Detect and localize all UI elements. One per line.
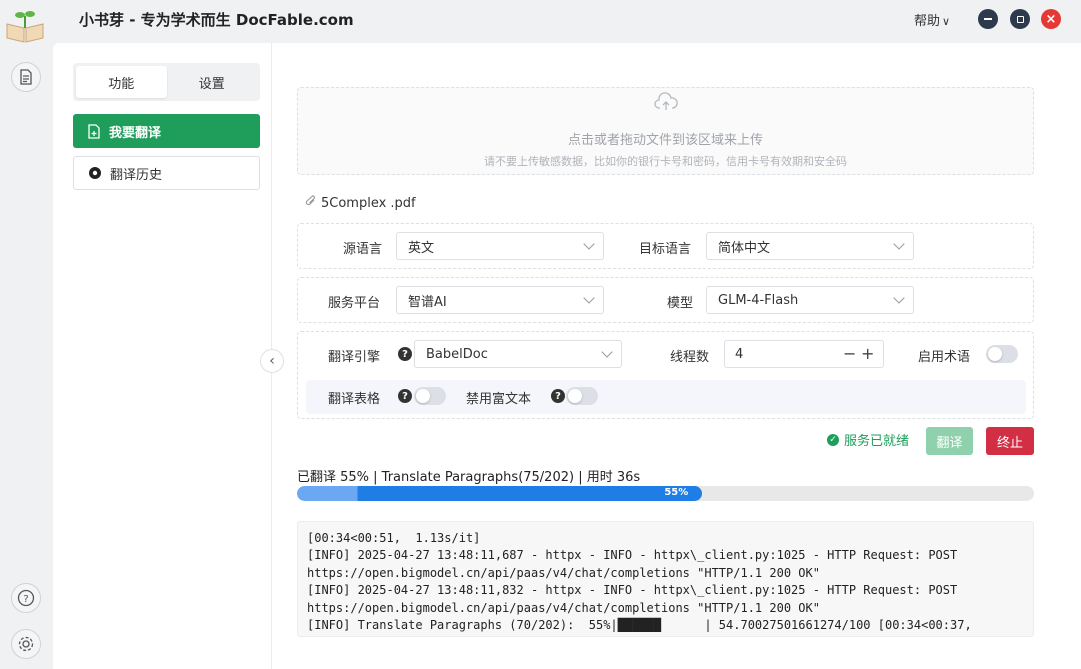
- engine-label: 翻译引擎: [328, 350, 381, 365]
- app-logo-icon: [4, 6, 46, 44]
- log-output[interactable]: [00:34<00:51, 1.13s/it] [INFO] 2025-04-27…: [297, 521, 1034, 637]
- chevron-down-icon: [583, 292, 595, 304]
- target-language-select[interactable]: 简体中文: [706, 232, 914, 260]
- log-line: [INFO] 2025-04-27 13:48:11,832 - httpx -…: [307, 583, 958, 598]
- paperclip-icon: [305, 195, 317, 211]
- file-name: 5Complex .pdf: [321, 195, 416, 211]
- advanced-options-row: 翻译表格 ? 禁用富文本 ?: [306, 380, 1026, 414]
- history-disc-icon: [88, 166, 102, 180]
- sidebar: 功能 设置 我要翻译 翻译历史: [53, 43, 272, 669]
- sidebar-tabs: 功能 设置: [73, 63, 260, 101]
- threads-stepper[interactable]: 4 − +: [724, 340, 884, 368]
- table-label: 翻译表格: [328, 392, 381, 407]
- model-label: 模型: [667, 296, 694, 311]
- source-language-label: 源语言: [343, 242, 383, 257]
- terms-label: 启用术语: [918, 350, 971, 365]
- sidebar-item-label: 我要翻译: [109, 125, 162, 141]
- source-language-value: 英文: [408, 240, 435, 256]
- upload-main-text: 点击或者拖动文件到该区域来上传: [567, 133, 763, 148]
- engine-options: 翻译引擎 ? BabelDoc 线程数 4 − + 启用术语 翻译表格 ? 禁用: [297, 331, 1034, 419]
- tab-settings[interactable]: 设置: [167, 66, 258, 98]
- platform-value: 智谱AI: [408, 294, 447, 310]
- toggle-knob: [988, 347, 1002, 361]
- help-menu[interactable]: 帮助 ∨: [914, 10, 950, 29]
- plus-icon[interactable]: +: [861, 344, 874, 363]
- close-icon: ×: [1045, 11, 1057, 27]
- chevron-down-icon: [583, 238, 595, 250]
- target-language-value: 简体中文: [718, 240, 771, 256]
- check-circle-icon: ✓: [827, 433, 839, 446]
- maximize-button[interactable]: [1010, 9, 1030, 29]
- chevron-left-icon: ‹: [269, 353, 275, 369]
- source-language-select[interactable]: 英文: [396, 232, 604, 260]
- help-rail-button[interactable]: ?: [11, 583, 41, 613]
- table-toggle[interactable]: [414, 387, 446, 405]
- help-menu-label: 帮助: [914, 14, 941, 29]
- main-panel: 功能 设置 我要翻译 翻译历史 ‹ 点击或者拖动文件到该区域来上传 请不要上传敏…: [53, 43, 1081, 669]
- close-button[interactable]: ×: [1041, 9, 1061, 29]
- cloud-upload-icon: [654, 92, 678, 116]
- threads-label: 线程数: [670, 350, 710, 365]
- app-title: 小书芽 - 专为学术而生 DocFable.com: [79, 11, 354, 29]
- minimize-button[interactable]: [978, 9, 998, 29]
- log-line: https://open.bigmodel.cn/api/paas/v4/cha…: [307, 565, 820, 580]
- platform-label: 服务平台: [328, 296, 381, 311]
- richtext-toggle[interactable]: [566, 387, 598, 405]
- log-line: [00:34<00:51, 1.13s/it]: [307, 531, 481, 545]
- engine-help-icon[interactable]: ?: [398, 347, 412, 361]
- chevron-down-icon: [893, 292, 905, 304]
- progress-percent-label: 55%: [664, 487, 689, 498]
- richtext-label: 禁用富文本: [466, 392, 532, 407]
- translate-content: 点击或者拖动文件到该区域来上传 请不要上传敏感数据，比如你的银行卡号和密码，信用…: [297, 43, 1034, 669]
- sidebar-item-label: 翻译历史: [110, 167, 163, 183]
- uploaded-file[interactable]: 5Complex .pdf: [305, 195, 416, 211]
- service-status-text: 服务已就绪: [844, 434, 910, 449]
- log-line: [INFO] 2025-04-27 13:48:11,687 - httpx -…: [307, 548, 958, 563]
- progress-fill: [297, 486, 703, 501]
- platform-select[interactable]: 智谱AI: [396, 286, 604, 314]
- language-options: 源语言 英文 目标语言 简体中文: [297, 223, 1034, 269]
- service-status: ✓ 服务已就绪: [827, 430, 909, 449]
- log-line: https://open.bigmodel.cn/api/paas/v4/cha…: [307, 600, 820, 615]
- translate-button[interactable]: 翻译: [926, 427, 973, 455]
- engine-select[interactable]: BabelDoc: [414, 340, 622, 368]
- minus-icon[interactable]: −: [843, 344, 856, 363]
- file-plus-icon: [87, 123, 101, 139]
- service-options: 服务平台 智谱AI 模型 GLM-4-Flash: [297, 277, 1034, 323]
- help-circle-icon: ?: [17, 589, 35, 607]
- collapse-sidebar-button[interactable]: ‹: [260, 349, 284, 373]
- model-select[interactable]: GLM-4-Flash: [706, 286, 914, 314]
- minimize-icon: [984, 18, 992, 20]
- chevron-down-icon: [601, 346, 613, 358]
- terms-toggle[interactable]: [986, 345, 1018, 363]
- log-line: [INFO] Translate Paragraphs (70/202): 55…: [307, 618, 972, 633]
- document-icon: [20, 69, 32, 85]
- model-value: GLM-4-Flash: [718, 292, 799, 308]
- threads-value: 4: [735, 346, 744, 362]
- upload-dropzone[interactable]: 点击或者拖动文件到该区域来上传 请不要上传敏感数据，比如你的银行卡号和密码，信用…: [297, 87, 1034, 175]
- stop-button[interactable]: 终止: [986, 427, 1034, 455]
- settings-gear-icon: [18, 636, 34, 652]
- sidebar-item-translate[interactable]: 我要翻译: [73, 114, 260, 148]
- title-bar: 小书芽 - 专为学术而生 DocFable.com 帮助 ∨ ×: [0, 0, 1081, 43]
- chevron-down-icon: [893, 238, 905, 250]
- chevron-down-icon: ∨: [942, 15, 951, 28]
- tab-functions[interactable]: 功能: [76, 66, 167, 98]
- toggle-knob: [416, 389, 430, 403]
- app-window: 小书芽 - 专为学术而生 DocFable.com 帮助 ∨ × ? 功能 设置 …: [0, 0, 1081, 669]
- upload-warning-text: 请不要上传敏感数据，比如你的银行卡号和密码，信用卡号有效期和安全码: [484, 155, 847, 168]
- progress-status-text: 已翻译 55% | Translate Paragraphs(75/202) |…: [297, 470, 641, 485]
- document-rail-button[interactable]: [11, 62, 41, 92]
- maximize-icon: [1016, 15, 1024, 23]
- richtext-help-icon[interactable]: ?: [551, 389, 565, 403]
- target-language-label: 目标语言: [639, 242, 692, 257]
- engine-value: BabelDoc: [426, 346, 488, 362]
- progress-bar: 55%: [297, 486, 1034, 501]
- sidebar-item-history[interactable]: 翻译历史: [73, 156, 260, 190]
- svg-text:?: ?: [23, 594, 28, 605]
- toggle-knob: [568, 389, 582, 403]
- settings-rail-button[interactable]: [11, 629, 41, 659]
- table-help-icon[interactable]: ?: [398, 389, 412, 403]
